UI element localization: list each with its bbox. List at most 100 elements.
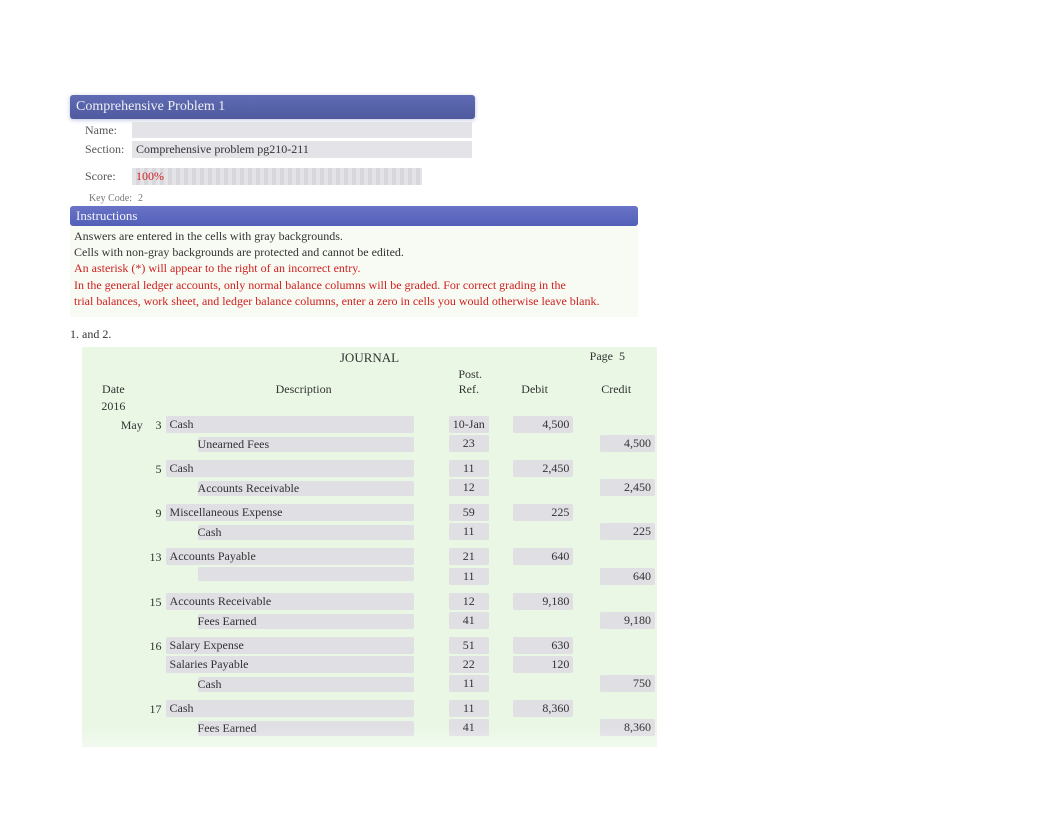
desc-cell[interactable]: Cash bbox=[164, 699, 444, 718]
debit-cell[interactable]: 120 bbox=[494, 655, 576, 674]
credit-cell[interactable]: 9,180 bbox=[575, 611, 657, 630]
ref-cell[interactable]: 22 bbox=[444, 655, 494, 674]
name-input[interactable] bbox=[132, 122, 472, 138]
journal-year: 2016 bbox=[82, 398, 145, 415]
journal-row: Cash11 750 bbox=[82, 674, 657, 693]
debit-cell[interactable]: 2,450 bbox=[494, 459, 576, 478]
debit-cell[interactable] bbox=[494, 674, 576, 693]
day-cell: 13 bbox=[145, 547, 164, 566]
ref-cell[interactable]: 59 bbox=[444, 503, 494, 522]
desc-cell[interactable]: Cash bbox=[164, 674, 444, 693]
debit-cell[interactable] bbox=[494, 478, 576, 497]
debit-cell[interactable]: 4,500 bbox=[494, 415, 576, 434]
credit-cell[interactable]: 225 bbox=[575, 522, 657, 541]
desc-cell[interactable]: Accounts Receivable bbox=[164, 478, 444, 497]
ref-cell[interactable]: 12 bbox=[444, 592, 494, 611]
journal-row: Fees Earned41 9,180 bbox=[82, 611, 657, 630]
ref-cell[interactable]: 11 bbox=[444, 674, 494, 693]
keycode-row: Key Code: 2 bbox=[70, 193, 670, 204]
month-cell bbox=[82, 611, 145, 630]
desc-cell[interactable]: Unearned Fees bbox=[164, 434, 444, 453]
journal-row: 5Cash112,450 bbox=[82, 459, 657, 478]
section-input[interactable]: Comprehensive problem pg210-211 bbox=[132, 141, 472, 158]
ref-cell[interactable]: 41 bbox=[444, 611, 494, 630]
debit-cell[interactable]: 630 bbox=[494, 636, 576, 655]
debit-cell[interactable] bbox=[494, 434, 576, 453]
desc-cell[interactable]: Cash bbox=[164, 522, 444, 541]
credit-cell[interactable] bbox=[575, 415, 657, 434]
credit-cell[interactable] bbox=[575, 655, 657, 674]
credit-cell[interactable]: 750 bbox=[575, 674, 657, 693]
desc-cell[interactable]: Accounts Payable bbox=[164, 547, 444, 566]
desc-cell[interactable]: Salary Expense bbox=[164, 636, 444, 655]
journal-table: Date Description Ref. Debit Credit 2016 … bbox=[82, 381, 657, 737]
journal-row: Accounts Receivable12 2,450 bbox=[82, 478, 657, 497]
journal-row: Fees Earned41 8,360 bbox=[82, 718, 657, 737]
credit-cell[interactable]: 2,450 bbox=[575, 478, 657, 497]
month-cell bbox=[82, 636, 145, 655]
credit-cell[interactable] bbox=[575, 503, 657, 522]
debit-cell[interactable]: 8,360 bbox=[494, 699, 576, 718]
day-cell: 15 bbox=[145, 592, 164, 611]
credit-cell[interactable]: 8,360 bbox=[575, 718, 657, 737]
ref-cell[interactable]: 11 bbox=[444, 459, 494, 478]
col-desc: Description bbox=[164, 381, 444, 398]
month-cell: May bbox=[82, 415, 145, 434]
day-cell bbox=[145, 655, 164, 674]
instr-line-1: Answers are entered in the cells with gr… bbox=[74, 228, 634, 244]
desc-cell[interactable]: Cash bbox=[164, 415, 444, 434]
ref-cell[interactable]: 12 bbox=[444, 478, 494, 497]
desc-cell[interactable]: Cash bbox=[164, 459, 444, 478]
desc-cell[interactable]: Salaries Payable bbox=[164, 655, 444, 674]
debit-cell[interactable] bbox=[494, 566, 576, 586]
ref-cell[interactable]: 23 bbox=[444, 434, 494, 453]
day-cell bbox=[145, 434, 164, 453]
day-cell: 16 bbox=[145, 636, 164, 655]
ref-cell[interactable]: 11 bbox=[444, 699, 494, 718]
day-cell bbox=[145, 522, 164, 541]
instr-line-4: In the general ledger accounts, only nor… bbox=[74, 277, 634, 293]
desc-cell[interactable]: Fees Earned bbox=[164, 718, 444, 737]
col-date: Date bbox=[82, 381, 145, 398]
debit-cell[interactable] bbox=[494, 611, 576, 630]
credit-cell[interactable]: 4,500 bbox=[575, 434, 657, 453]
credit-cell[interactable] bbox=[575, 636, 657, 655]
debit-cell[interactable] bbox=[494, 718, 576, 737]
day-cell bbox=[145, 478, 164, 497]
instructions-block: Answers are entered in the cells with gr… bbox=[70, 226, 638, 317]
debit-cell[interactable]: 9,180 bbox=[494, 592, 576, 611]
debit-cell[interactable]: 640 bbox=[494, 547, 576, 566]
desc-cell[interactable]: Miscellaneous Expense bbox=[164, 503, 444, 522]
day-cell bbox=[145, 566, 164, 586]
day-cell: 17 bbox=[145, 699, 164, 718]
section-1-and-2: 1. and 2. bbox=[70, 327, 670, 342]
journal-row: 13Accounts Payable21640 bbox=[82, 547, 657, 566]
credit-cell[interactable] bbox=[575, 592, 657, 611]
debit-cell[interactable]: 225 bbox=[494, 503, 576, 522]
month-cell bbox=[82, 478, 145, 497]
journal-row: Unearned Fees23 4,500 bbox=[82, 434, 657, 453]
credit-cell[interactable] bbox=[575, 547, 657, 566]
credit-cell[interactable] bbox=[575, 459, 657, 478]
month-cell bbox=[82, 655, 145, 674]
instr-line-3: An asterisk (*) will appear to the right… bbox=[74, 260, 634, 276]
journal-row: 16Salary Expense51630 bbox=[82, 636, 657, 655]
ref-cell[interactable]: 41 bbox=[444, 718, 494, 737]
score-row: Score: 100% bbox=[70, 168, 670, 185]
day-cell: 9 bbox=[145, 503, 164, 522]
credit-cell[interactable] bbox=[575, 699, 657, 718]
ref-cell[interactable]: 21 bbox=[444, 547, 494, 566]
desc-cell[interactable]: Fees Earned bbox=[164, 611, 444, 630]
ref-cell[interactable]: 11 bbox=[444, 566, 494, 586]
journal-row: Cash11 225 bbox=[82, 522, 657, 541]
journal-row: 17Cash118,360 bbox=[82, 699, 657, 718]
ref-cell[interactable]: 11 bbox=[444, 522, 494, 541]
desc-cell[interactable]: Accounts Receivable bbox=[164, 592, 444, 611]
blur-top bbox=[0, 0, 1062, 95]
debit-cell[interactable] bbox=[494, 522, 576, 541]
ref-cell[interactable]: 10-Jan bbox=[444, 415, 494, 434]
day-cell: 3 bbox=[145, 415, 164, 434]
credit-cell[interactable]: 640 bbox=[575, 566, 657, 586]
ref-cell[interactable]: 51 bbox=[444, 636, 494, 655]
desc-cell[interactable] bbox=[164, 566, 444, 586]
